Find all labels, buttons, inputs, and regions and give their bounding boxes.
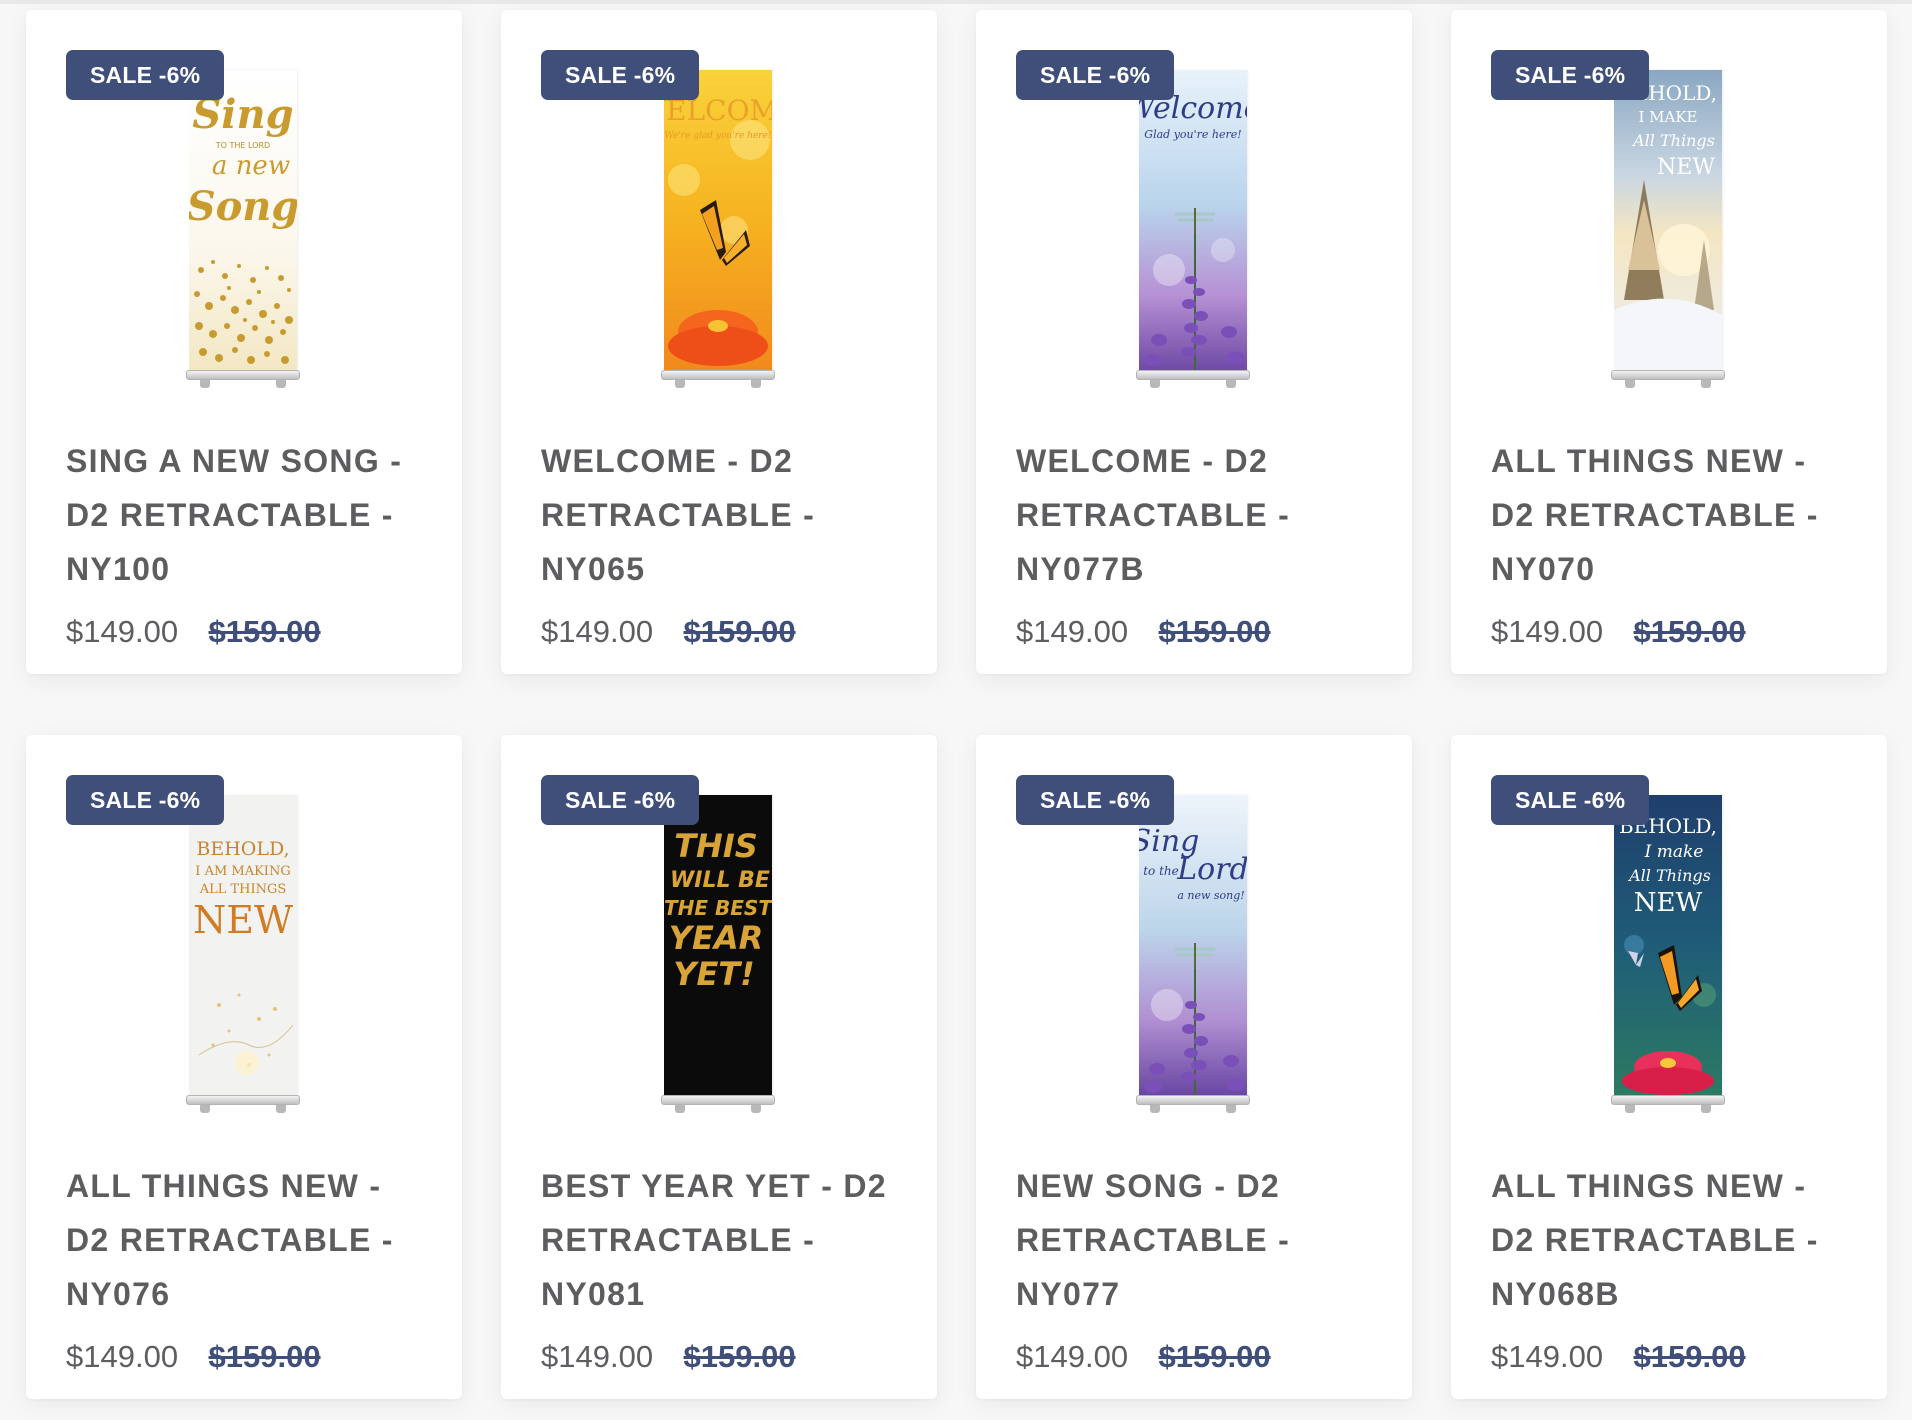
banner-graphic: BEHOLD, I MAKE All Things NEW <box>1614 70 1722 370</box>
banner-text: I AM MAKING <box>195 864 290 879</box>
banner-text: BEHOLD, <box>196 838 289 860</box>
product-image[interactable]: Sing TO THE LORD a new Song <box>186 70 302 396</box>
sale-price: $149.00 <box>541 1339 654 1374</box>
banner-text: NEW <box>1634 888 1703 918</box>
banner-text: I MAKE <box>1638 108 1697 126</box>
sale-badge: SALE -6% <box>1491 50 1650 100</box>
banner-graphic: WELCOME We're glad you're here! <box>664 70 772 370</box>
banner-graphic: Sing TO THE LORD a new Song <box>189 70 297 370</box>
compare-price: $159.00 <box>683 1339 796 1374</box>
banner-text: THIS <box>674 827 758 865</box>
product-title[interactable]: ALL THINGS NEW - D2 RETRACTABLE - NY070 <box>1491 434 1851 596</box>
product-image[interactable]: Welcome Glad you're here! <box>1136 70 1252 396</box>
product-image[interactable]: WELCOME We're glad you're here! <box>661 70 777 396</box>
banner-text: THE BEST <box>664 896 772 920</box>
sale-price: $149.00 <box>66 614 179 649</box>
banner-stand <box>1136 1095 1250 1105</box>
banner-text: TO THE LORD <box>215 141 270 150</box>
sale-badge: SALE -6% <box>66 775 225 825</box>
banner-text: NEW <box>1657 155 1715 180</box>
product-title[interactable]: ALL THINGS NEW - D2 RETRACTABLE - NY076 <box>66 1159 426 1321</box>
compare-price: $159.00 <box>208 1339 321 1374</box>
banner-stand <box>1136 370 1250 380</box>
product-image[interactable]: THIS WILL BE THE BEST YEAR YET! <box>661 795 777 1121</box>
product-title[interactable]: ALL THINGS NEW - D2 RETRACTABLE - NY068B <box>1491 1159 1851 1321</box>
banner-text: Glad you're here! <box>1144 128 1241 141</box>
sale-price: $149.00 <box>1016 614 1129 649</box>
banner-text: YET! <box>673 955 754 993</box>
banner-text: to the <box>1143 864 1179 878</box>
compare-price: $159.00 <box>1158 1339 1271 1374</box>
banner-text: YEAR <box>669 919 763 957</box>
banner-text: All Things <box>1631 131 1715 150</box>
product-image[interactable]: BEHOLD, I make All Things NEW <box>1611 795 1727 1121</box>
banner-stand <box>186 1095 300 1105</box>
product-grid: SALE -6% Sing TO THE LORD a new Song SIN… <box>0 0 1912 1420</box>
banner-stand <box>1611 1095 1725 1105</box>
banner-stand <box>1611 370 1725 380</box>
product-card[interactable]: SALE -6% BEHOLD, I make All Things NEW A… <box>1451 735 1887 1399</box>
sale-price: $149.00 <box>1016 1339 1129 1374</box>
price-row: $149.00 $159.00 <box>541 614 796 654</box>
banner-text: I make <box>1644 842 1704 862</box>
product-image[interactable]: BEHOLD, I AM MAKING ALL THINGS NEW <box>186 795 302 1121</box>
sale-price: $149.00 <box>1491 614 1604 649</box>
compare-price: $159.00 <box>683 614 796 649</box>
banner-stand <box>661 1095 775 1105</box>
price-row: $149.00 $159.00 <box>66 614 321 654</box>
sale-badge: SALE -6% <box>541 50 700 100</box>
banner-text: a new song! <box>1177 889 1244 902</box>
banner-text: a new <box>212 151 290 181</box>
price-row: $149.00 $159.00 <box>1491 1339 1746 1379</box>
product-card[interactable]: SALE -6% WELCOME We're <box>501 10 937 674</box>
banner-graphic: Welcome Glad you're here! <box>1139 70 1247 370</box>
banner-text: NEW <box>193 898 293 942</box>
product-card[interactable]: SALE -6% THIS WILL BE THE BEST YEAR YET! <box>501 735 937 1399</box>
product-card[interactable]: SALE -6% BEHOLD, I MAKE All Things NEW A… <box>1451 10 1887 674</box>
compare-price: $159.00 <box>1158 614 1271 649</box>
banner-text: WILL BE <box>670 868 770 893</box>
sale-price: $149.00 <box>541 614 654 649</box>
price-row: $149.00 $159.00 <box>1016 1339 1271 1379</box>
price-row: $149.00 $159.00 <box>1016 614 1271 654</box>
product-title[interactable]: WELCOME - D2 RETRACTABLE - NY065 <box>541 434 901 596</box>
sale-badge: SALE -6% <box>66 50 225 100</box>
banner-graphic: BEHOLD, I make All Things NEW <box>1614 795 1722 1095</box>
sale-badge: SALE -6% <box>1016 775 1175 825</box>
product-title[interactable]: NEW SONG - D2 RETRACTABLE - NY077 <box>1016 1159 1376 1321</box>
banner-stand <box>661 370 775 380</box>
product-image[interactable]: BEHOLD, I MAKE All Things NEW <box>1611 70 1727 396</box>
product-title[interactable]: SING A NEW SONG - D2 RETRACTABLE - NY100 <box>66 434 426 596</box>
product-title[interactable]: BEST YEAR YET - D2 RETRACTABLE - NY081 <box>541 1159 901 1321</box>
compare-price: $159.00 <box>1633 614 1746 649</box>
banner-text: ALL THINGS <box>199 882 287 897</box>
price-row: $149.00 $159.00 <box>66 1339 321 1379</box>
sale-badge: SALE -6% <box>1016 50 1175 100</box>
compare-price: $159.00 <box>208 614 321 649</box>
banner-graphic: THIS WILL BE THE BEST YEAR YET! <box>664 795 772 1095</box>
banner-text: We're glad you're here! <box>664 131 771 141</box>
sale-price: $149.00 <box>66 1339 179 1374</box>
banner-stand <box>186 370 300 380</box>
price-row: $149.00 $159.00 <box>1491 614 1746 654</box>
product-card[interactable]: SALE -6% Welcome Glad you're here! <box>976 10 1412 674</box>
price-row: $149.00 $159.00 <box>541 1339 796 1379</box>
banner-graphic: BEHOLD, I AM MAKING ALL THINGS NEW <box>189 795 297 1095</box>
product-card[interactable]: SALE -6% BEHOLD, I AM MAKING ALL THINGS … <box>26 735 462 1399</box>
banner-text: All Things <box>1627 866 1711 885</box>
compare-price: $159.00 <box>1633 1339 1746 1374</box>
banner-text: Song <box>189 183 297 230</box>
product-title[interactable]: WELCOME - D2 RETRACTABLE - NY077B <box>1016 434 1376 596</box>
banner-text: Lord <box>1176 852 1247 887</box>
product-image[interactable]: Sing to the Lord a new song! <box>1136 795 1252 1121</box>
sale-badge: SALE -6% <box>541 775 700 825</box>
banner-graphic: Sing to the Lord a new song! <box>1139 795 1247 1095</box>
product-card[interactable]: SALE -6% Sing to the Lord <box>976 735 1412 1399</box>
sale-badge: SALE -6% <box>1491 775 1650 825</box>
product-card[interactable]: SALE -6% Sing TO THE LORD a new Song SIN… <box>26 10 462 674</box>
sale-price: $149.00 <box>1491 1339 1604 1374</box>
